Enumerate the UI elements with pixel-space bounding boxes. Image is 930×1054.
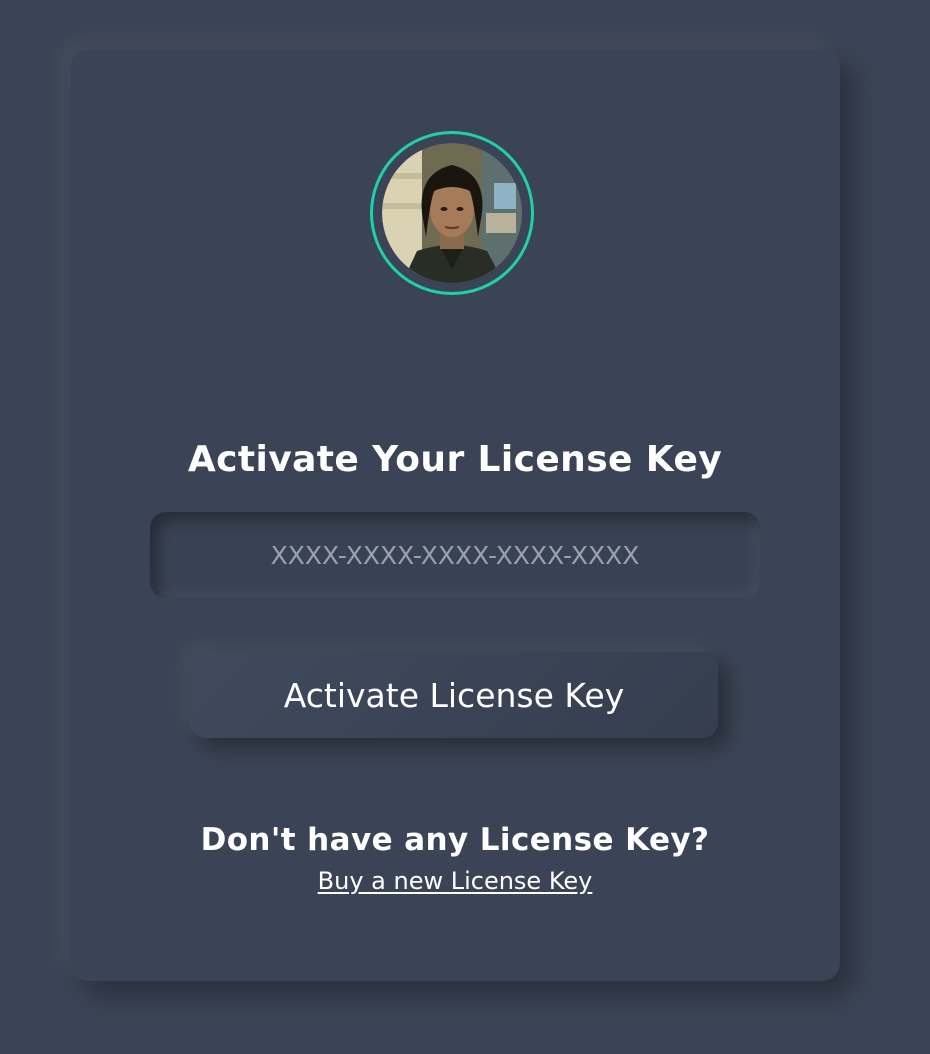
page-title: Activate Your License Key — [187, 439, 723, 480]
license-card: Activate Your License Key Activate Licen… — [70, 50, 840, 981]
activate-license-button[interactable]: Activate License Key — [190, 652, 718, 738]
avatar — [370, 131, 534, 295]
license-key-input[interactable] — [150, 512, 760, 598]
buy-license-link[interactable]: Buy a new License Key — [70, 864, 840, 898]
avatar-image — [382, 143, 522, 283]
no-license-prompt: Don't have any License Key? — [200, 822, 710, 858]
